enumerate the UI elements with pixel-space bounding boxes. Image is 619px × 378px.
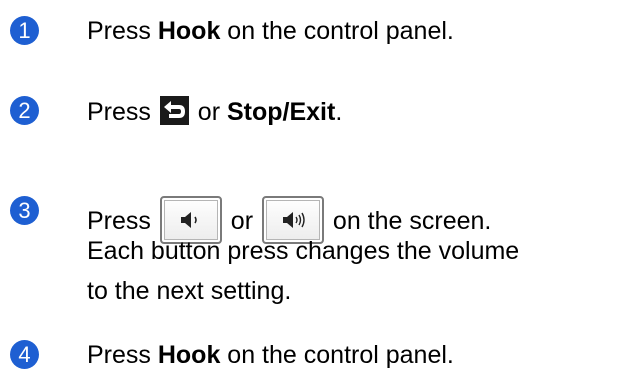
step-1-badge: 1	[10, 16, 39, 45]
step-3-line-2: Each button press changes the volume	[87, 237, 520, 265]
step-3-line-3: to the next setting.	[87, 277, 292, 305]
stop-exit-label: Stop/Exit	[226, 98, 336, 126]
back-arrow-icon	[159, 96, 189, 125]
step-4-text: Press Hook on the control panel.	[87, 340, 454, 370]
volume-down-icon	[180, 212, 197, 228]
step-3-badge: 3	[10, 196, 39, 225]
step-3-text-b: or	[223, 207, 260, 235]
step-4-text-a: Press	[87, 341, 158, 369]
hook-label: Hook	[157, 341, 221, 369]
step-2-text-c: .	[335, 98, 343, 126]
step-3-text-c: on the screen.	[325, 207, 492, 235]
step-1-text: Press Hook on the control panel.	[87, 16, 454, 46]
step-1-text-b: on the control panel.	[220, 17, 454, 45]
step-1-text-a: Press	[87, 17, 158, 45]
hook-label: Hook	[157, 17, 221, 45]
step-2-badge: 2	[10, 96, 39, 125]
step-4-text-b: on the control panel.	[220, 341, 454, 369]
step-2-text: Press or Stop/Exit.	[87, 96, 342, 127]
step-2-text-b: or	[190, 98, 227, 126]
step-4-badge: 4	[10, 340, 39, 369]
step-2-text-a: Press	[87, 98, 158, 126]
volume-up-icon	[282, 212, 305, 228]
step-3-text-a: Press	[87, 207, 158, 235]
